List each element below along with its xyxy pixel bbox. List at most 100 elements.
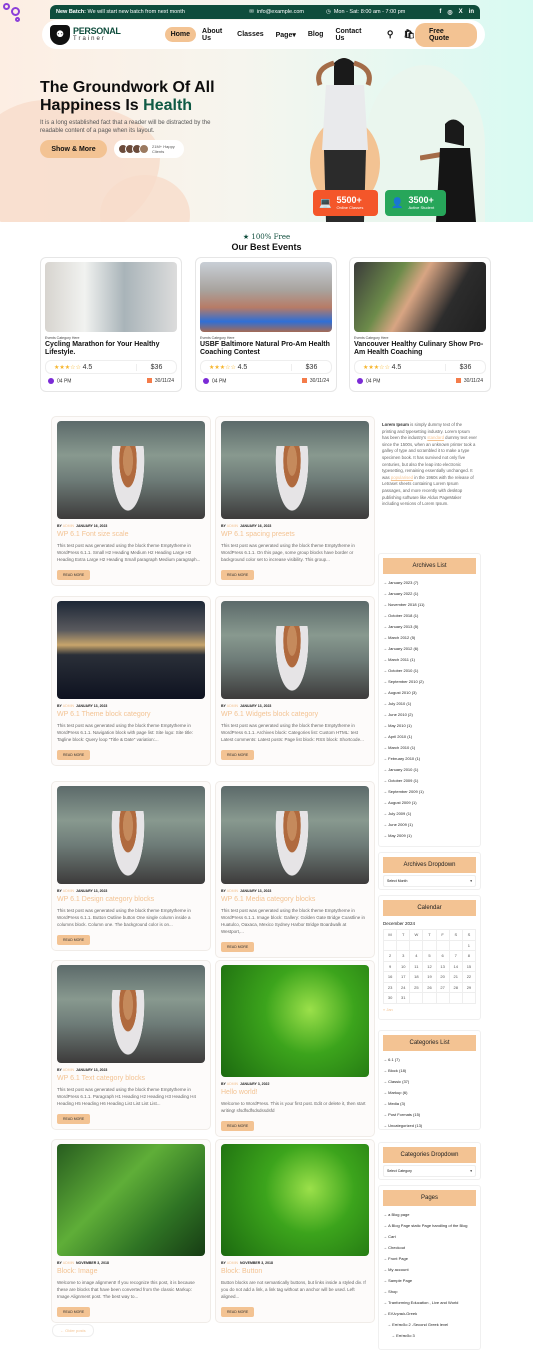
read-more-button[interactable]: READ MORE — [57, 935, 91, 945]
archive-link[interactable]: January 2022 (1) — [383, 588, 476, 599]
nav-page[interactable]: Page▾ — [270, 27, 302, 43]
post-title[interactable]: WP 6.1 Media category blocks — [221, 896, 369, 903]
archive-link[interactable]: July 2010 (1) — [383, 698, 476, 709]
category-link[interactable]: Post Formats (15) — [383, 1109, 476, 1120]
post-thumbnail[interactable] — [57, 1144, 205, 1256]
archive-link[interactable]: June 2009 (1) — [383, 819, 476, 830]
post-author[interactable]: ADMIN — [63, 524, 74, 528]
select-category-dropdown[interactable]: Select Category ▾ — [383, 1165, 476, 1177]
post-title[interactable]: Hello world! — [221, 1089, 369, 1096]
post-author[interactable]: ADMIN — [227, 704, 238, 708]
nav-home[interactable]: Home — [164, 27, 197, 42]
archive-link[interactable]: October 2018 (1) — [383, 610, 476, 621]
page-link[interactable]: Shop — [383, 1286, 476, 1297]
page-link[interactable]: Επίπεδο 2 -Second Greek level — [383, 1319, 476, 1330]
post-title[interactable]: WP 6.1 Widgets block category — [221, 711, 369, 718]
post-title[interactable]: WP 6.1 Design category blocks — [57, 896, 205, 903]
facebook-icon[interactable]: f — [439, 9, 441, 16]
category-link[interactable]: Classic (37) — [383, 1076, 476, 1087]
post-title[interactable]: Block: Image — [57, 1268, 205, 1275]
select-month-dropdown[interactable]: Select Month ▾ — [383, 875, 476, 887]
category-link[interactable]: 6.1 (7) — [383, 1054, 476, 1065]
nav-about-us[interactable]: About Us — [196, 24, 231, 46]
page-link[interactable]: My account — [383, 1264, 476, 1275]
event-card[interactable]: Events Category Here USBF Baltimore Natu… — [195, 257, 337, 392]
event-card[interactable]: Events Category Here Cycling Marathon fo… — [40, 257, 182, 392]
post-title[interactable]: Block: Button — [221, 1268, 369, 1275]
free-quote-button[interactable]: Free Quote — [414, 22, 477, 47]
prev-month-link[interactable]: « Jan — [383, 1007, 476, 1012]
post-author[interactable]: ADMIN — [63, 1261, 74, 1265]
post-author[interactable]: ADMIN — [227, 524, 238, 528]
category-link[interactable]: Media (3) — [383, 1098, 476, 1109]
read-more-button[interactable]: READ MORE — [221, 1307, 255, 1317]
archive-link[interactable]: January 2010 (1) — [383, 764, 476, 775]
archive-link[interactable]: May 2010 (1) — [383, 720, 476, 731]
read-more-button[interactable]: READ MORE — [221, 1121, 255, 1131]
page-link[interactable]: Επίπεδο 3 — [383, 1330, 476, 1341]
standard-link[interactable]: standard — [427, 435, 444, 440]
post-title[interactable]: WP 6.1 Theme block category — [57, 711, 205, 718]
archive-link[interactable]: January 2023 (7) — [383, 577, 476, 588]
page-link[interactable]: Front Page — [383, 1253, 476, 1264]
archive-link[interactable]: September 2009 (1) — [383, 786, 476, 797]
archive-link[interactable]: June 2010 (2) — [383, 709, 476, 720]
read-more-button[interactable]: READ MORE — [57, 1307, 91, 1317]
post-thumbnail[interactable] — [57, 601, 205, 699]
category-link[interactable]: Uncategorized (13) — [383, 1120, 476, 1131]
page-link[interactable]: Sample Page — [383, 1275, 476, 1286]
event-card[interactable]: Events Category Here Vancouver Healthy C… — [349, 257, 491, 392]
archive-link[interactable]: October 2009 (1) — [383, 775, 476, 786]
post-title[interactable]: WP 6.1 Text category blocks — [57, 1075, 205, 1082]
show-more-button[interactable]: Show & More — [40, 140, 107, 158]
post-thumbnail[interactable] — [221, 421, 369, 519]
older-posts-link[interactable]: ← Older posts — [52, 1324, 94, 1337]
archive-link[interactable]: August 2010 (3) — [383, 687, 476, 698]
instagram-icon[interactable]: ◎ — [447, 9, 452, 16]
page-link[interactable]: Checkout — [383, 1242, 476, 1253]
post-author[interactable]: ADMIN — [63, 889, 74, 893]
nav-blog[interactable]: Blog — [302, 27, 330, 42]
post-author[interactable]: ADMIN — [227, 1261, 238, 1265]
site-logo[interactable]: ⚉ PERSONAL Trainer — [50, 24, 161, 45]
popularised-link[interactable]: popularised — [391, 475, 413, 480]
linkedin-icon[interactable]: in — [469, 9, 474, 16]
event-title[interactable]: Vancouver Healthy Culinary Show Pro-Am H… — [354, 341, 486, 358]
category-link[interactable]: Block (18) — [383, 1065, 476, 1076]
archive-link[interactable]: February 2010 (1) — [383, 753, 476, 764]
read-more-button[interactable]: READ MORE — [57, 750, 91, 760]
archive-link[interactable]: August 2009 (1) — [383, 797, 476, 808]
post-author[interactable]: ADMIN — [63, 704, 74, 708]
archive-link[interactable]: January 2013 (5) — [383, 621, 476, 632]
post-thumbnail[interactable] — [221, 601, 369, 699]
email-link[interactable]: ✉ info@example.com — [249, 9, 304, 15]
post-author[interactable]: ADMIN — [227, 1082, 238, 1086]
post-author[interactable]: ADMIN — [227, 889, 238, 893]
post-thumbnail[interactable] — [221, 1144, 369, 1256]
archive-link[interactable]: September 2010 (2) — [383, 676, 476, 687]
post-thumbnail[interactable] — [57, 421, 205, 519]
post-thumbnail[interactable] — [221, 786, 369, 884]
post-author[interactable]: ADMIN — [63, 1068, 74, 1072]
shopping-bag-icon[interactable]: 🛍 — [404, 29, 415, 40]
x-twitter-icon[interactable]: X — [459, 9, 463, 16]
archive-link[interactable]: July 2009 (1) — [383, 808, 476, 819]
event-title[interactable]: USBF Baltimore Natural Pro-Am Health Coa… — [200, 341, 332, 358]
archive-link[interactable]: March 2011 (1) — [383, 654, 476, 665]
page-link[interactable]: a Blog page — [383, 1209, 476, 1220]
archive-link[interactable]: March 2012 (5) — [383, 632, 476, 643]
post-thumbnail[interactable] — [221, 965, 369, 1077]
archive-link[interactable]: May 2009 (1) — [383, 830, 476, 841]
page-link[interactable]: ΕΛληνικά-Greek — [383, 1308, 476, 1319]
post-title[interactable]: WP 6.1 spacing presets — [221, 531, 369, 538]
read-more-button[interactable]: READ MORE — [221, 750, 255, 760]
archive-link[interactable]: October 2010 (1) — [383, 665, 476, 676]
post-thumbnail[interactable] — [57, 965, 205, 1063]
archive-link[interactable]: March 2010 (1) — [383, 742, 476, 753]
search-icon[interactable]: ⚲ — [387, 29, 394, 40]
page-link[interactable]: A Blog Page static Page handling of the … — [383, 1220, 476, 1231]
archive-link[interactable]: November 2018 (11) — [383, 599, 476, 610]
read-more-button[interactable]: READ MORE — [221, 942, 255, 952]
archive-link[interactable]: April 2010 (1) — [383, 731, 476, 742]
page-link[interactable]: Cart — [383, 1231, 476, 1242]
